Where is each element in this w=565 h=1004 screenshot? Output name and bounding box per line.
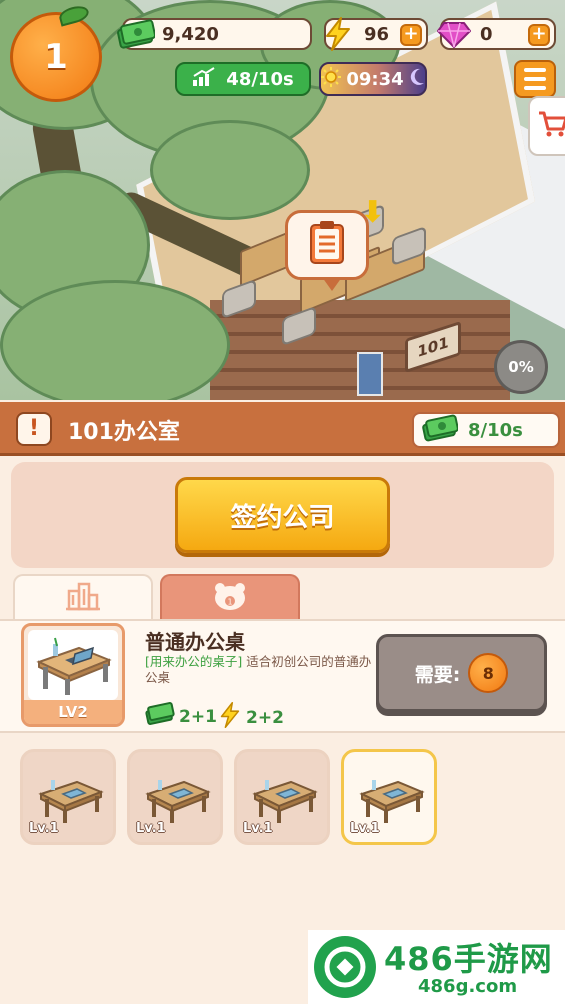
gem-icon (434, 16, 474, 52)
menu-icon-line (524, 86, 546, 90)
exclamation-icon[interactable]: ! (16, 412, 52, 446)
desk-slot[interactable]: Lv.1 (20, 749, 116, 845)
tab-staff[interactable]: 1 (160, 574, 300, 620)
growth-chart-icon (192, 66, 216, 92)
room-progress: 0% (508, 358, 534, 376)
income-rate: 48/10s (226, 68, 294, 90)
desk-icon (144, 774, 212, 824)
energy-bonus-value: 2+2 (246, 707, 284, 728)
clock-time: 09:34 (346, 68, 404, 90)
room-progress-orb[interactable]: 0% (494, 340, 548, 394)
cash-counter[interactable]: 9,420 (117, 18, 312, 50)
cash-icon (116, 16, 156, 52)
need-amount: 8 (482, 663, 494, 683)
lightning-icon (318, 16, 358, 52)
shopping-cart-icon (537, 109, 565, 143)
watermark-logo-icon (314, 936, 376, 998)
cash-bonus-value: 2+1 (179, 706, 217, 727)
slot-level: Lv.1 (136, 821, 166, 836)
item-name: 普通办公桌 (145, 630, 245, 654)
watermark: 486手游网 486g.com (308, 930, 565, 1004)
room-income-badge: 8/10s (412, 412, 560, 448)
desk-icon (358, 774, 426, 824)
add-energy-button[interactable]: + (400, 24, 422, 46)
energy-bonus-stat: 2+2 (218, 702, 284, 733)
desk-slot[interactable]: Lv.1 (234, 749, 330, 845)
building-icon (65, 581, 101, 615)
income-rate-badge[interactable]: 48/10s (175, 62, 311, 96)
tab-furniture[interactable] (13, 574, 153, 620)
slot-level: Lv.1 (350, 821, 380, 836)
moon-icon (408, 67, 426, 92)
room-title: 101办公室 (68, 420, 180, 445)
need-label: 需要: (414, 663, 461, 686)
slot-level: Lv.1 (243, 821, 273, 836)
tree-canopy (150, 120, 310, 220)
svg-text:1: 1 (227, 598, 232, 607)
desk-icon (37, 774, 105, 824)
upgrade-requirement-button[interactable]: 需要: 8 (376, 634, 547, 712)
player-level-orange[interactable]: 1 (10, 3, 102, 102)
desk-slot[interactable]: Lv.1 (127, 749, 223, 845)
document-icon (305, 219, 349, 271)
desk-slot-selected[interactable]: Lv.1 (341, 749, 437, 845)
orange-icon: 8 (468, 653, 509, 693)
desk-laptop-icon (28, 630, 118, 700)
task-bubble[interactable] (285, 210, 369, 291)
wall-sign (357, 352, 383, 396)
tree-canopy (0, 280, 230, 400)
room-income: 8/10s (468, 419, 523, 441)
player-level: 1 (44, 37, 68, 77)
shop-cart-button[interactable] (528, 96, 565, 156)
menu-button[interactable] (514, 60, 556, 98)
day-night-clock: 09:34 (319, 62, 427, 96)
sun-icon (320, 66, 342, 93)
menu-icon-line (524, 77, 546, 81)
cash-icon (422, 414, 459, 447)
item-card[interactable]: LV2 (21, 623, 125, 727)
item-description-highlight: [用来办公的桌子] (145, 654, 243, 669)
add-gems-button[interactable]: + (528, 24, 550, 46)
gem-counter[interactable]: 0 + (437, 18, 556, 50)
energy-counter[interactable]: 96 + (324, 17, 428, 51)
cash-bonus-stat: 2+1 (145, 702, 217, 731)
bear-face-icon: 1 (212, 581, 248, 615)
item-description: [用来办公的桌子] 适合初创公司的普通办公桌 (145, 654, 375, 686)
sign-company-button[interactable]: 签约公司 (175, 477, 390, 553)
watermark-url: 486g.com (418, 976, 518, 997)
lightning-icon (218, 702, 242, 733)
item-level: LV2 (24, 700, 122, 724)
cash-icon (145, 702, 175, 731)
watermark-brand: 486手游网 (384, 940, 553, 978)
slot-level: Lv.1 (29, 821, 59, 836)
menu-icon-line (524, 68, 546, 72)
room-header-bar: ! 101办公室 8/10s (0, 402, 565, 456)
desk-icon (251, 774, 319, 824)
